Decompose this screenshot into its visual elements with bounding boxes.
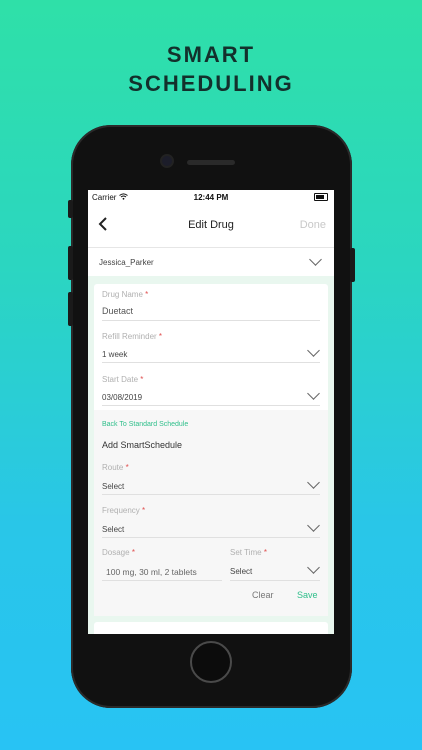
drug-name-input[interactable]: Duetact (102, 306, 133, 316)
status-bar: Carrier 12:44 PM (88, 190, 334, 204)
dosage-label: Dosage * (102, 548, 135, 557)
route-label: Route * (102, 463, 129, 472)
chevron-down-icon (307, 344, 320, 357)
required-mark: * (142, 506, 146, 515)
patient-value: Jessica_Parker (99, 258, 154, 267)
route-select[interactable]: Select (102, 482, 124, 491)
divider (102, 494, 320, 495)
required-mark: * (145, 290, 149, 299)
page-title: Edit Drug (188, 219, 234, 231)
headline-line1: SMART (166, 42, 256, 67)
save-button[interactable]: Save (297, 590, 318, 600)
headline: SMART SCHEDULING (0, 40, 422, 98)
battery-icon (314, 193, 328, 201)
clear-button[interactable]: Clear (252, 590, 274, 600)
refill-label-text: Refill Reminder (102, 332, 157, 341)
start-date-label: Start Date * (102, 375, 143, 384)
required-mark: * (140, 375, 144, 384)
drug-form-card: Drug Name * Duetact Refill Reminder * 1 … (94, 284, 328, 616)
divider (102, 362, 320, 363)
dosage-label-text: Dosage (102, 548, 130, 557)
chevron-down-icon (307, 387, 320, 400)
divider (102, 580, 222, 581)
volume-down-button (68, 292, 73, 326)
required-mark: * (158, 332, 163, 341)
refill-label: Refill Reminder * (102, 332, 162, 341)
divider (230, 580, 320, 581)
chevron-down-icon (307, 476, 320, 489)
next-section-card (94, 622, 328, 634)
route-label-text: Route (102, 463, 124, 472)
start-date-select[interactable]: 03/08/2019 (102, 393, 142, 402)
set-time-label-text: Set Time (230, 548, 262, 557)
app-screen: Carrier 12:44 PM Edit Drug Done Jessica_… (88, 190, 334, 634)
frequency-select[interactable]: Select (102, 525, 124, 534)
divider (102, 405, 320, 406)
status-time: 12:44 PM (193, 193, 229, 202)
speaker-grille (187, 160, 235, 165)
chevron-down-icon (307, 561, 320, 574)
drug-name-label-text: Drug Name (102, 290, 143, 299)
smart-schedule-section: Back To Standard Schedule Add SmartSched… (94, 410, 328, 616)
power-button (350, 248, 355, 282)
done-button[interactable]: Done (300, 219, 326, 231)
drug-name-label: Drug Name * (102, 290, 148, 299)
back-to-standard-link[interactable]: Back To Standard Schedule (102, 421, 188, 428)
required-mark: * (131, 548, 135, 557)
patient-select[interactable]: Jessica_Parker (88, 248, 334, 277)
divider (102, 537, 320, 538)
required-mark: * (263, 548, 267, 557)
volume-up-button (68, 246, 73, 280)
smart-schedule-heading: Add SmartSchedule (102, 440, 183, 450)
set-time-select[interactable]: Select (230, 567, 252, 576)
divider (102, 320, 320, 321)
dosage-input[interactable]: 100 mg, 30 ml, 2 tablets (106, 567, 197, 577)
frequency-label-text: Frequency (102, 506, 140, 515)
form-area: Drug Name * Duetact Refill Reminder * 1 … (88, 276, 334, 634)
frequency-label: Frequency * (102, 506, 145, 515)
required-mark: * (125, 463, 129, 472)
headline-line2: SCHEDULING (128, 71, 294, 96)
refill-select[interactable]: 1 week (102, 350, 127, 359)
home-button[interactable] (190, 641, 232, 683)
set-time-label: Set Time * (230, 548, 267, 557)
start-date-label-text: Start Date (102, 375, 139, 384)
chevron-down-icon (309, 253, 322, 266)
camera-icon (162, 156, 172, 166)
mute-switch (68, 200, 73, 218)
nav-bar: Edit Drug Done (88, 204, 334, 248)
chevron-down-icon (307, 519, 320, 532)
